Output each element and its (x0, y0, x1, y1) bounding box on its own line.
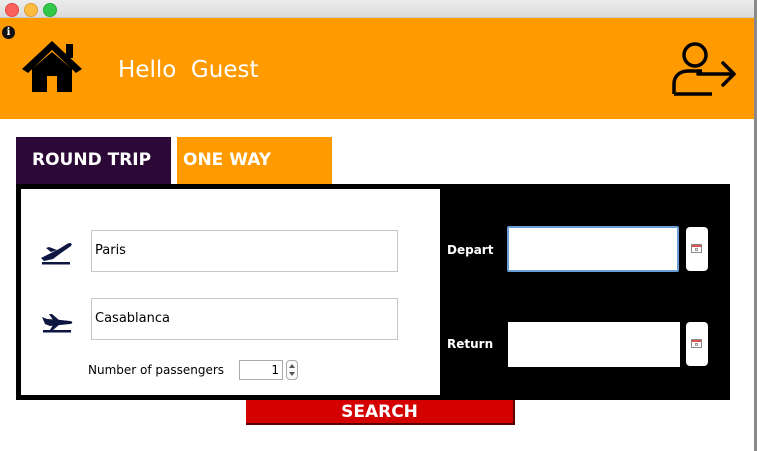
tab-one-way[interactable]: ONE WAY (177, 137, 332, 184)
header-bar: i Hello Guest (0, 18, 754, 119)
depart-calendar-button[interactable] (686, 227, 708, 271)
home-icon[interactable] (19, 38, 85, 94)
logout-icon[interactable] (668, 38, 738, 98)
route-panel: Paris Casablanca Number of passengers 1 (21, 189, 440, 395)
app-window: i Hello Guest ROUND TRIP ONE WAY Paris C… (0, 0, 754, 451)
tab-round-trip[interactable]: ROUND TRIP (16, 137, 171, 184)
passengers-label: Number of passengers (88, 363, 225, 377)
chevron-up-icon[interactable] (289, 364, 295, 368)
maximize-window-button[interactable] (43, 3, 57, 17)
close-window-button[interactable] (5, 3, 19, 17)
depart-date-field[interactable] (507, 226, 679, 272)
return-label: Return (447, 337, 494, 351)
greeting-text: Hello Guest (118, 57, 259, 83)
plane-takeoff-icon (41, 242, 72, 265)
title-bar (0, 0, 754, 18)
return-date-field[interactable] (508, 322, 680, 367)
chevron-down-icon[interactable] (289, 372, 295, 376)
destination-city-input[interactable]: Casablanca (91, 298, 398, 340)
origin-city-input[interactable]: Paris (91, 230, 398, 272)
info-icon[interactable]: i (2, 26, 15, 39)
plane-landing-icon (42, 314, 73, 333)
depart-label: Depart (447, 243, 494, 257)
booking-panel: Paris Casablanca Number of passengers 1 … (16, 184, 730, 400)
passengers-stepper[interactable] (286, 360, 298, 380)
calendar-icon (691, 244, 702, 253)
search-button[interactable]: SEARCH (246, 400, 515, 425)
minimize-window-button[interactable] (24, 3, 38, 17)
calendar-icon (691, 339, 702, 348)
passengers-spinner[interactable]: 1 (239, 360, 283, 380)
return-calendar-button[interactable] (686, 322, 708, 366)
